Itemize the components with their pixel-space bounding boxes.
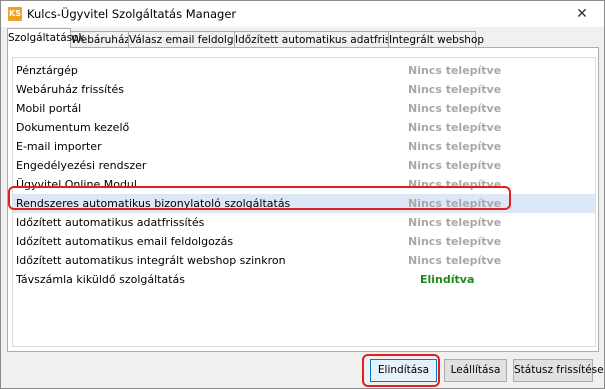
service-status: Nincs telepítve (408, 254, 502, 267)
app-icon: KS (8, 7, 22, 21)
service-row[interactable]: Dokumentum kezelő Nincs telepítve (13, 118, 595, 137)
service-row[interactable]: E-mail importer Nincs telepítve (13, 137, 595, 156)
service-status: Nincs telepítve (408, 102, 502, 115)
stop-button[interactable]: Leállítása (444, 359, 507, 382)
service-status-running: Elindítva (420, 273, 475, 286)
title-bar[interactable]: KS Kulcs-Ügyvitel Szolgáltatás Manager ✕ (1, 1, 604, 27)
service-row[interactable]: Időzített automatikus integrált webshop … (13, 251, 595, 270)
service-status: Nincs telepítve (408, 140, 502, 153)
service-status: Nincs telepítve (408, 159, 502, 172)
service-name: Webáruház frissítés (16, 83, 124, 96)
tab-email-processor[interactable]: Válasz email feldolgozó (128, 31, 252, 47)
service-name: Pénztárgép (16, 64, 78, 77)
service-name: Időzített automatikus adatfrissítés (16, 216, 205, 229)
service-name: Dokumentum kezelő (16, 121, 130, 134)
service-name: Távszámla kiküldő szolgáltatás (16, 273, 186, 286)
service-status: Nincs telepítve (408, 121, 502, 134)
start-button-highlight (362, 354, 440, 387)
tab-services[interactable]: Szolgáltatások (7, 28, 85, 48)
service-row[interactable]: Időzített automatikus email feldolgozás … (13, 232, 595, 251)
service-row[interactable]: Pénztárgép Nincs telepítve (13, 61, 595, 80)
service-row[interactable]: Időzített automatikus adatfrissítés Ninc… (13, 213, 595, 232)
service-row[interactable]: Webáruház frissítés Nincs telepítve (13, 80, 595, 99)
tab-scheduled-refresh[interactable]: Időzített automatikus adatfrissítés (234, 31, 415, 47)
service-row[interactable]: Engedélyezési rendszer Nincs telepítve (13, 156, 595, 175)
selected-row-highlight (8, 186, 511, 210)
tab-integrated-webshop[interactable]: Integrált webshop (388, 31, 484, 47)
service-status: Nincs telepítve (408, 235, 502, 248)
close-icon[interactable]: ✕ (560, 1, 604, 27)
service-status: Nincs telepítve (408, 64, 502, 77)
main-window: KS Kulcs-Ügyvitel Szolgáltatás Manager ✕… (0, 0, 605, 389)
service-name: E-mail importer (16, 140, 102, 153)
service-name: Mobil portál (16, 102, 82, 115)
window-title: Kulcs-Ügyvitel Szolgáltatás Manager (27, 7, 237, 21)
service-row[interactable]: Távszámla kiküldő szolgáltatás Elindítva (13, 270, 595, 289)
service-status: Nincs telepítve (408, 216, 502, 229)
refresh-status-button[interactable]: Státusz frissítése (513, 359, 604, 382)
service-name: Időzített automatikus integrált webshop … (16, 254, 286, 267)
service-name: Időzített automatikus email feldolgozás (16, 235, 234, 248)
service-status: Nincs telepítve (408, 83, 502, 96)
service-row[interactable]: Mobil portál Nincs telepítve (13, 99, 595, 118)
service-name: Engedélyezési rendszer (16, 159, 147, 172)
